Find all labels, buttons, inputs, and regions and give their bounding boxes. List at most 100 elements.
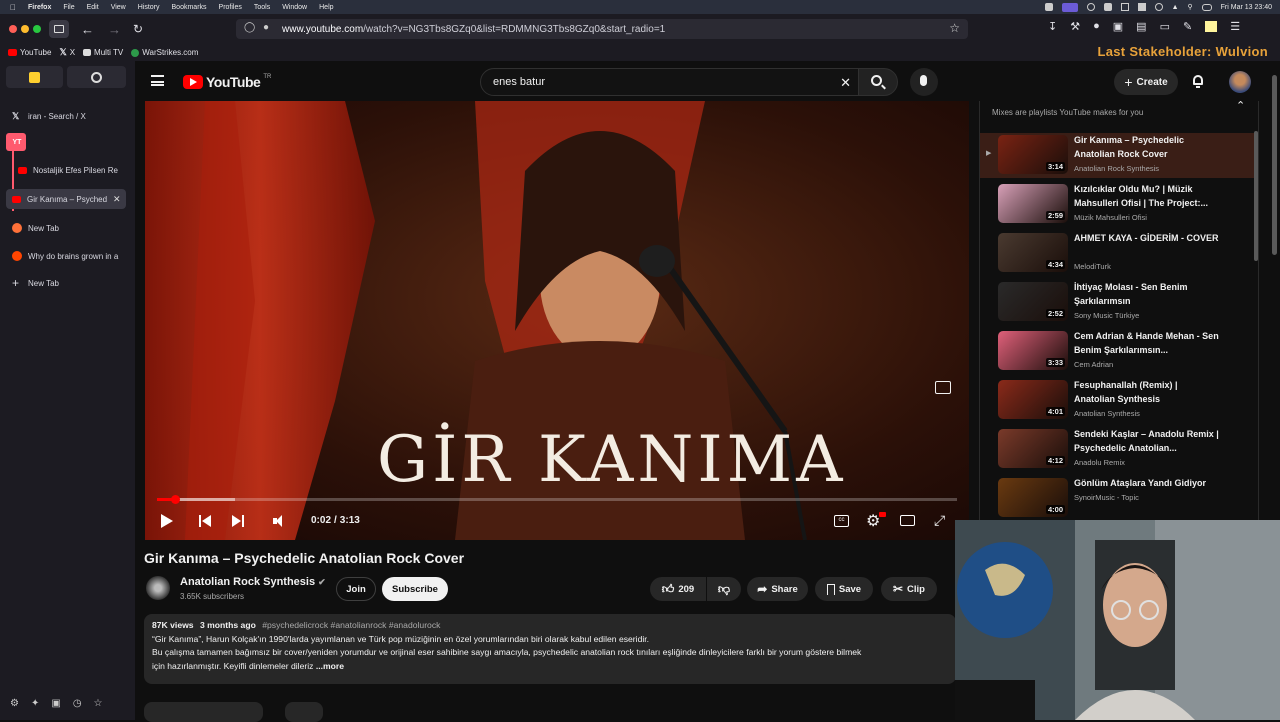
sidebar-tab-active[interactable]: Gir Kanıma – Psyched ✕ [6,189,126,209]
search-button[interactable] [858,68,898,96]
menu-app-name[interactable]: Firefox [28,4,51,11]
hamburger-menu-icon[interactable]: ☰ [1230,20,1240,33]
playlist-item-title[interactable]: Kızılcıklar Oldu Mu? | Müzik Mahsulleri … [1074,183,1219,210]
apple-icon[interactable]:  [10,3,16,12]
reload-icon[interactable]: ↻ [133,22,143,36]
sidebar-tab[interactable]: 𝕏 iran - Search / X [6,106,126,126]
playlist-item-title[interactable]: İhtiyaç Molası - Sen Benim Şarkılarımsın [1074,281,1219,308]
sidebar-toggle-icon[interactable] [49,20,69,38]
back-arrow-icon[interactable]: ← [81,22,94,37]
playlist-thumbnail[interactable]: 2:52 [998,282,1068,321]
share-button[interactable]: ➦ Share [747,577,808,601]
bookmark-youtube[interactable]: YouTube [8,48,51,57]
ai-sparkle-icon[interactable]: ✦ [31,698,39,709]
playlist-item[interactable]: 2:52 İhtiyaç Molası - Sen Benim Şarkıları… [980,280,1256,325]
play-icon[interactable] [161,514,173,528]
pinned-tab-chatgpt[interactable] [67,66,126,88]
progress-bar[interactable] [157,495,957,504]
puzzle-icon[interactable]: ▣ [1113,20,1123,33]
address-bar[interactable]: ◯ ● www.youtube.com/watch?v=NG3Tbs8GZq0&… [236,19,968,39]
playlist-thumbnail[interactable]: 4:01 [998,380,1068,419]
playlist-thumbnail[interactable]: 4:12 [998,429,1068,468]
collapse-chevron-icon[interactable]: ⌃ [1236,99,1245,112]
next-icon[interactable] [232,514,245,528]
youtube-logo[interactable]: YouTube TR [183,74,271,90]
sidebar-tab[interactable]: Nostaljik Efes Pilsen Re [12,160,132,180]
captions-icon[interactable]: cc [834,515,849,527]
volume-icon[interactable] [273,514,287,528]
notifications-bell-icon[interactable] [1191,74,1205,88]
hashtags[interactable]: #psychedelicrock #anatolianrock #anadolu… [262,620,440,630]
clip-button[interactable]: ✂ Clip [881,577,937,601]
clear-search-icon[interactable]: ✕ [840,75,851,91]
voice-search-button[interactable] [910,68,938,96]
playlist-item-title[interactable]: Fesuphanallah (Remix) | Anatolian Synthe… [1074,379,1219,406]
previous-icon[interactable] [199,514,212,528]
wrench-icon[interactable]: ⚒ [1070,20,1080,33]
control-center-icon[interactable] [1201,3,1212,11]
bookmark-star-icon[interactable]: ☆ [949,21,960,35]
status-icon[interactable] [1154,3,1163,11]
playlist-item[interactable]: 4:01 Fesuphanallah (Remix) | Anatolian Sy… [980,378,1256,423]
page-scrollbar[interactable] [1272,75,1277,255]
playlist-scrollbar[interactable] [1254,131,1258,261]
miniplayer-icon[interactable] [935,381,951,394]
menu-profiles[interactable]: Profiles [219,4,242,11]
create-button[interactable]: + Create [1114,69,1178,95]
pen-icon[interactable]: ✎ [1183,20,1192,33]
playlist-item[interactable]: 2:59 Kızılcıklar Oldu Mu? | Müzik Mahsull… [980,182,1256,227]
join-button[interactable]: Join [336,577,376,601]
video-player[interactable]: GİR KANIMA [145,101,969,540]
settings-gear-icon[interactable]: ⚙ [10,698,19,709]
menu-history[interactable]: History [138,4,160,11]
playlist-thumbnail[interactable]: 3:14 [998,135,1068,174]
channel-avatar[interactable] [146,576,170,600]
chip-placeholder[interactable] [144,702,263,722]
pinned-tab-miro[interactable] [6,66,63,88]
synced-tabs-icon[interactable]: ▣ [51,698,60,709]
tab-group-badge[interactable]: YT [6,133,26,151]
menu-tools[interactable]: Tools [254,4,270,11]
notes-icon[interactable] [1205,21,1218,32]
lock-icon[interactable]: ● [263,22,269,33]
playlist-item-title[interactable]: Gir Kanıma – Psychedelic Anatolian Rock … [1074,134,1219,161]
container-icon[interactable]: ▤ [1136,20,1146,33]
chip-placeholder[interactable] [285,702,323,722]
menu-edit[interactable]: Edit [87,4,99,11]
theater-mode-icon[interactable] [900,515,915,526]
forward-arrow-icon[interactable]: → [108,22,121,37]
zoom-window-button[interactable] [33,25,41,33]
playlist-item[interactable]: ▶ 3:14 Gir Kanıma – Psychedelic Anatolian … [980,133,1256,178]
wifi-icon[interactable]: ▲ [1172,4,1179,11]
menu-bookmarks[interactable]: Bookmarks [172,4,207,11]
close-window-button[interactable] [9,25,17,33]
status-icon[interactable] [1137,3,1146,11]
playlist-item-title[interactable]: Sendeki Kaşlar – Anadolu Remix | Psyched… [1074,428,1219,455]
status-icon[interactable] [1061,2,1078,12]
playlist-item[interactable]: 4:34 AHMET KAYA - GİDERİM - COVER MelodiTu… [980,231,1256,276]
extension-icon[interactable]: ● [1093,20,1100,33]
menu-window[interactable]: Window [282,4,307,11]
status-icon[interactable] [1044,3,1053,11]
screen-icon[interactable]: ▭ [1160,20,1170,33]
close-tab-icon[interactable]: ✕ [113,194,121,205]
account-avatar[interactable] [1229,71,1251,93]
playlist-item[interactable]: 3:33 Cem Adrian & Hande Mehan - Sen Benim… [980,329,1256,374]
history-clock-icon[interactable]: ◷ [73,698,82,709]
video-description[interactable]: 87K views 3 months ago #psychedelicrock … [144,614,956,684]
subscribe-button[interactable]: Subscribe [382,577,448,601]
shield-icon[interactable]: ◯ [244,22,255,33]
sidebar-tab[interactable]: New Tab [6,218,126,238]
bookmark-x[interactable]: 𝕏 X [59,47,75,58]
playlist-item-title[interactable]: Cem Adrian & Hande Mehan - Sen Benim Şar… [1074,330,1219,357]
show-more-link[interactable]: ...more [316,661,344,671]
bookmark-multi-tv[interactable]: Multi TV [83,48,123,57]
search-icon[interactable]: ⚲ [1188,3,1193,11]
save-button[interactable]: Save [815,577,873,601]
bookmark-warstrikes[interactable]: WarStrikes.com [131,48,198,57]
like-button[interactable]: 👍︎ 209 [650,577,706,601]
menubar-clock[interactable]: Fri Mar 13 23:40 [1221,4,1272,11]
playlist-thumbnail[interactable]: 3:33 [998,331,1068,370]
bookmarks-star-icon[interactable]: ☆ [94,698,103,709]
dislike-button[interactable]: 👎︎ [707,577,741,601]
